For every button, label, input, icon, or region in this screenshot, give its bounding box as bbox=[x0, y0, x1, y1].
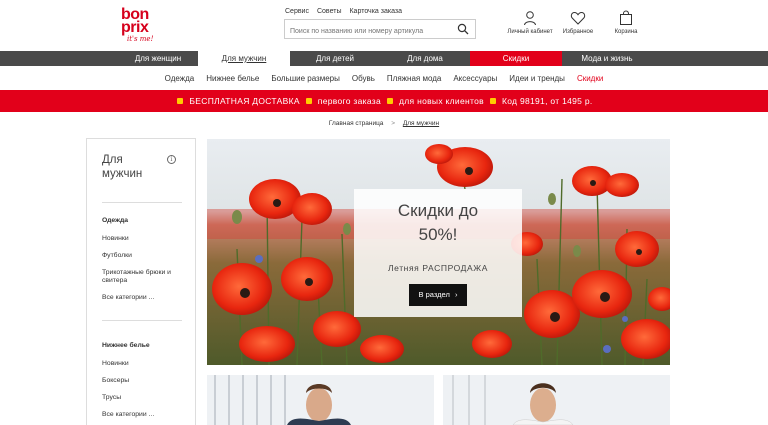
sidebar-link[interactable]: Все категории ... bbox=[102, 294, 187, 302]
favorites-button[interactable]: Избранное bbox=[554, 10, 602, 36]
hero-headline-line-2: 50%! bbox=[418, 225, 458, 244]
promo-banner[interactable]: БЕСПЛАТНАЯ ДОСТАВКА первого заказа для н… bbox=[0, 90, 768, 112]
model-photo bbox=[443, 375, 670, 425]
subnav-accessories[interactable]: Аксессуары bbox=[447, 74, 503, 83]
hero-subline: Летняя РАСПРОДАЖА bbox=[387, 263, 489, 273]
sub-navigation: Одежда Нижнее белье Большие размеры Обув… bbox=[0, 66, 768, 90]
sidebar-title: Для мужчин bbox=[102, 154, 143, 180]
to-section-label: В раздел bbox=[418, 290, 450, 299]
logo-line-2: prix bbox=[121, 19, 149, 36]
gift-icon bbox=[177, 98, 184, 104]
heart-icon bbox=[570, 11, 586, 25]
sidebar-link[interactable]: Новинки bbox=[102, 360, 187, 368]
category-sidebar: Для мужчин i Одежда Новинки Футболки Три… bbox=[86, 138, 196, 425]
sidebar-link[interactable]: Трусы bbox=[102, 394, 187, 402]
sidebar-link[interactable]: Новинки bbox=[102, 235, 187, 243]
sidebar-section-clothing[interactable]: Одежда bbox=[102, 217, 128, 224]
promo-first-order: первого заказа bbox=[317, 96, 381, 106]
gift-icon bbox=[489, 98, 496, 104]
sidebar-link[interactable]: Все категории ... bbox=[102, 411, 187, 419]
cart-label: Корзина bbox=[614, 29, 638, 35]
chevron-right-icon: > bbox=[391, 120, 396, 127]
product-teaser[interactable] bbox=[443, 375, 670, 425]
info-icon[interactable]: i bbox=[167, 155, 176, 164]
sidebar-section-underwear[interactable]: Нижнее белье bbox=[102, 342, 150, 349]
hero-headline-line-1: Скидки до bbox=[397, 201, 479, 220]
sidebar-divider bbox=[102, 202, 182, 203]
subnav-big-sizes[interactable]: Большие размеры bbox=[265, 74, 346, 83]
breadcrumb: Главная страница > Для мужчин bbox=[0, 120, 768, 127]
subnav-shoes[interactable]: Обувь bbox=[346, 74, 381, 83]
gift-icon bbox=[305, 98, 312, 104]
breadcrumb-current[interactable]: Для мужчин bbox=[403, 120, 439, 127]
search-box bbox=[284, 19, 476, 41]
hero-promo-card: Скидки до 50%! Летняя РАСПРОДАЖА В разде… bbox=[354, 189, 522, 317]
main-navigation: Для женщин Для мужчин Для детей Для дома… bbox=[0, 51, 768, 66]
promo-new-clients: для новых клиентов bbox=[399, 96, 484, 106]
nav-women[interactable]: Для женщин bbox=[108, 51, 208, 66]
search-input[interactable] bbox=[285, 22, 445, 41]
user-icon bbox=[524, 11, 536, 26]
subnav-ideas-trends[interactable]: Идеи и тренды bbox=[503, 74, 571, 83]
bonprix-logo[interactable]: bon prix it's me! bbox=[121, 7, 163, 48]
promo-code: Код 98191, от 1495 р. bbox=[501, 96, 593, 106]
top-link-order-card[interactable]: Карточка заказа bbox=[349, 8, 402, 15]
product-teaser[interactable] bbox=[207, 375, 434, 425]
account-label: Личный кабинет bbox=[507, 29, 553, 35]
nav-men[interactable]: Для мужчин bbox=[198, 51, 290, 66]
nav-sale[interactable]: Скидки bbox=[470, 51, 562, 66]
top-link-tips[interactable]: Советы bbox=[317, 8, 342, 15]
nav-lifestyle[interactable]: Мода и жизнь bbox=[562, 51, 652, 66]
subnav-clothing[interactable]: Одежда bbox=[159, 74, 201, 83]
subnav-underwear[interactable]: Нижнее белье bbox=[200, 74, 265, 83]
model-photo bbox=[207, 375, 434, 425]
top-links: Сервис Советы Карточка заказа bbox=[285, 8, 402, 15]
nav-kids[interactable]: Для детей bbox=[290, 51, 380, 66]
sidebar-link[interactable]: Футболки bbox=[102, 252, 187, 260]
promo-free-shipping: БЕСПЛАТНАЯ ДОСТАВКА bbox=[189, 96, 300, 106]
cart-button[interactable]: Корзина bbox=[602, 10, 650, 36]
sidebar-link[interactable]: Боксеры bbox=[102, 377, 187, 385]
chevron-right-icon: › bbox=[454, 290, 458, 299]
sidebar-link[interactable]: Трикотажные брюки и свитера bbox=[102, 269, 187, 285]
to-section-button[interactable]: В раздел › bbox=[409, 284, 467, 306]
search-icon[interactable] bbox=[457, 23, 469, 35]
account-button[interactable]: Личный кабинет bbox=[506, 10, 554, 36]
breadcrumb-home[interactable]: Главная страница bbox=[329, 120, 384, 127]
gift-icon bbox=[387, 98, 393, 104]
subnav-beachwear[interactable]: Пляжная мода bbox=[381, 74, 447, 83]
sidebar-divider bbox=[102, 320, 182, 321]
hero-banner[interactable]: Скидки до 50%! Летняя РАСПРОДАЖА В разде… bbox=[207, 139, 670, 365]
subnav-sale[interactable]: Скидки bbox=[571, 74, 609, 83]
top-link-service[interactable]: Сервис bbox=[285, 8, 309, 15]
bag-icon bbox=[620, 10, 632, 25]
header-actions: Личный кабинет Избранное Корзина bbox=[506, 10, 650, 36]
logo-tagline: it's me! bbox=[127, 35, 154, 43]
nav-home[interactable]: Для дома bbox=[380, 51, 470, 66]
favorites-label: Избранное bbox=[562, 29, 594, 35]
